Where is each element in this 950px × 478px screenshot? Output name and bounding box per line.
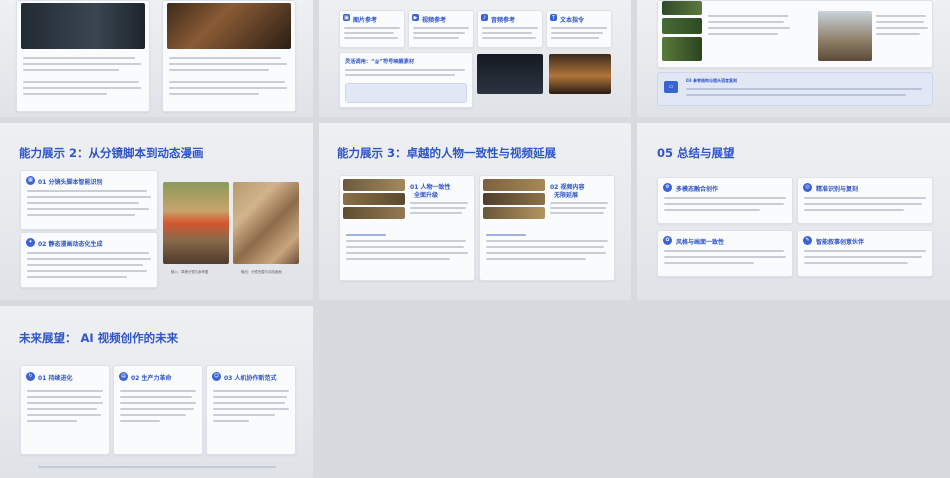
card-title: 全面升级 <box>414 192 439 199</box>
comic-output-image <box>233 182 299 264</box>
card-title: 风格与画面一致性 <box>676 239 725 246</box>
slide-capability-1[interactable] <box>0 0 313 117</box>
storyboard-icon: ▦ <box>26 176 35 185</box>
chat-icon: ✎ <box>803 236 812 245</box>
slide-multimodal-reference[interactable]: ▣ 图片参考 ▶ 视频参考 ♪ 音频参考 T 文本指令 灵活调用：“@”符号唤醒… <box>319 0 631 117</box>
ref-card-label: 文本指令 <box>560 17 585 24</box>
replication-card <box>657 0 933 68</box>
screenshot-image <box>21 3 145 49</box>
photo-caption: 输出：分镜完整与动态画面 <box>241 270 282 274</box>
palette-icon: ✿ <box>663 236 672 245</box>
sunset-group-image <box>549 54 611 94</box>
card-storyboard-recognition: ▦ 01 分镜头脚本智能识别 <box>20 170 158 230</box>
ref-card-audio: ♪ 音频参考 <box>477 10 543 48</box>
card-dynamic-generation: ✦ 02 静态漫画动态化生成 <box>20 232 158 288</box>
ref-card-label: 视频参考 <box>422 17 447 24</box>
photo-caption: 输入：草稿分镜与参考图 <box>171 270 209 274</box>
slide-structure-replication[interactable]: ▭ 03 参考结构与镜头语言复刻 <box>637 0 950 117</box>
card-title: 精准识别与复刻 <box>816 186 859 193</box>
at-symbol-example <box>345 83 467 103</box>
card-title: 02 静态漫画动态化生成 <box>38 241 103 248</box>
jungle-image <box>662 1 702 15</box>
text-icon: T <box>550 14 557 21</box>
card-title: 无限延展 <box>554 192 579 199</box>
summary-card-consistency: ✿ 风格与画面一致性 <box>657 230 793 277</box>
slide-title: 能力展示 2：从分镜脚本到动态漫画 <box>19 146 204 160</box>
ref-card-label: 音频参考 <box>491 17 516 24</box>
quote-line <box>38 466 276 468</box>
future-card-evolution: ↻ 01 持续进化 <box>20 365 110 455</box>
extension-frame <box>483 179 545 191</box>
card-title: 02 生产力革命 <box>131 375 172 382</box>
summary-card-narrative: ✎ 智能叙事创意伙伴 <box>797 230 933 277</box>
slide-capability-2[interactable]: 能力展示 2：从分镜脚本到动态漫画 ▦ 01 分镜头脚本智能识别 ✦ 02 静态… <box>0 123 313 300</box>
slide-title: 能力展示 3：卓越的人物一致性与视频延展 <box>337 146 557 160</box>
band-title: 03 参考结构与镜头语言复刻 <box>686 78 737 83</box>
card-title: 多模态融合创作 <box>676 186 719 193</box>
future-card-collaboration: ☺ 03 人机协作新范式 <box>206 365 296 455</box>
at-symbol-card: 灵活调用：“@”符号唤醒素材 <box>339 52 473 108</box>
slide-summary[interactable]: 05 总结与展望 ⚙ 多模态融合创作 ◎ 精准识别与复刻 ✿ 风格与画面一致性 … <box>637 123 950 300</box>
people-icon: ☺ <box>212 372 221 381</box>
dark-frame-image <box>477 54 543 94</box>
at-symbol-title: 灵活调用：“@”符号唤醒素材 <box>345 59 415 65</box>
slide-title: 未来展望： AI 视频创作的未来 <box>19 331 179 345</box>
chart-icon: ▤ <box>119 372 128 381</box>
character-frame <box>343 179 405 191</box>
target-icon: ◎ <box>803 183 812 192</box>
ref-card-text: T 文本指令 <box>546 10 612 48</box>
camera-icon: ▭ <box>664 81 678 93</box>
card-title: 03 人机协作新范式 <box>224 375 277 382</box>
jungle-image-3 <box>662 37 702 61</box>
replication-band: ▭ 03 参考结构与镜头语言复刻 <box>657 72 933 106</box>
storyboard-input-image <box>163 182 229 264</box>
settings-icon: ⚙ <box>663 183 672 192</box>
music-icon: ♪ <box>481 14 488 21</box>
slide-title: 05 总结与展望 <box>657 146 735 160</box>
future-card-productivity: ▤ 02 生产力革命 <box>113 365 203 455</box>
video-icon: ▶ <box>412 14 419 21</box>
card-character-consistency: 01 人物一致性 全面升级 <box>339 175 475 281</box>
card-title: 01 持续进化 <box>38 375 73 382</box>
slide-capability-3[interactable]: 能力展示 3：卓越的人物一致性与视频延展 01 人物一致性 全面升级 02 视频… <box>319 123 631 300</box>
animation-icon: ✦ <box>26 238 35 247</box>
summary-card-multimodal: ⚙ 多模态融合创作 <box>657 177 793 224</box>
card-right <box>162 0 296 112</box>
summary-card-recognition: ◎ 精准识别与复刻 <box>797 177 933 224</box>
ref-card-video: ▶ 视频参考 <box>408 10 474 48</box>
card-title: 智能叙事创意伙伴 <box>816 239 865 246</box>
image-icon: ▣ <box>343 14 350 21</box>
extension-frame <box>483 193 545 205</box>
cinematic-image <box>167 3 291 49</box>
extension-frame <box>483 207 545 219</box>
card-video-extension: 02 视频内容 无限延展 <box>479 175 615 281</box>
card-left <box>16 0 150 112</box>
slide-future[interactable]: 未来展望： AI 视频创作的未来 ↻ 01 持续进化 ▤ 02 生产力革命 ☺ … <box>0 306 313 478</box>
ref-card-image: ▣ 图片参考 <box>339 10 405 48</box>
character-frame <box>343 193 405 205</box>
horse-riders-image <box>818 11 872 61</box>
refresh-icon: ↻ <box>26 372 35 381</box>
ref-card-label: 图片参考 <box>353 17 378 24</box>
character-frame <box>343 207 405 219</box>
jungle-image-2 <box>662 18 702 34</box>
card-title: 01 分镜头脚本智能识别 <box>38 179 103 186</box>
